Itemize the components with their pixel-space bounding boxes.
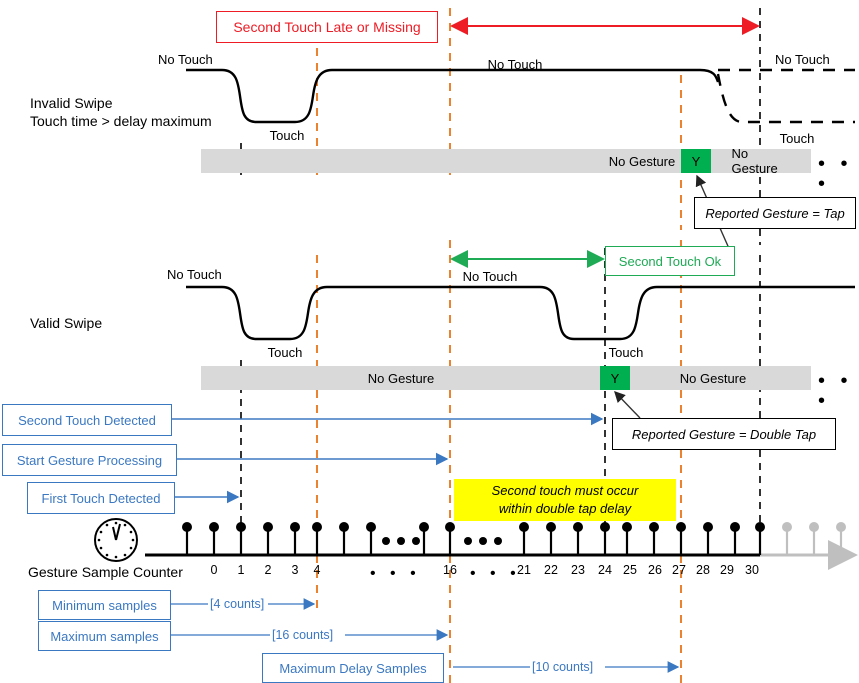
invalid-no-touch-mid: No Touch — [487, 57, 543, 72]
event-label-first-touch-detected: First Touch Detected — [41, 490, 161, 506]
counter-gap-dots-left: • • • — [370, 565, 421, 582]
double-tap-callout-arrow — [614, 390, 641, 419]
double-tap-delay-note-line2: within double tap delay — [498, 501, 632, 516]
gesture-sample-counter-label: Gesture Sample Counter — [28, 564, 183, 580]
event-box-second-touch-detected[interactable]: Second Touch Detected — [2, 404, 172, 436]
tick-label-26: 26 — [648, 563, 662, 577]
measure-label-maximum-delay-samples: Maximum Delay Samples — [279, 660, 427, 676]
second-touch-late-label: Second Touch Late or Missing — [233, 19, 421, 35]
invalid-swipe-waveform — [186, 68, 720, 124]
reported-gesture-double-tap-label: Reported Gesture = Double Tap — [631, 426, 817, 442]
tick-label-2: 2 — [264, 563, 272, 577]
reported-gesture-double-tap-box: Reported Gesture = Double Tap — [612, 418, 836, 450]
valid-no-touch-left: No Touch — [167, 267, 222, 282]
counter-gap-dots-upper — [382, 537, 502, 545]
valid-swipe-waveform — [186, 285, 855, 341]
valid-row-ellipsis: • • • — [818, 370, 853, 412]
invalid-swipe-label-line2: Touch time > delay maximum — [30, 113, 212, 129]
measure-box-maximum-samples[interactable]: Maximum samples — [38, 621, 171, 651]
valid-no-touch-mid: No Touch — [462, 269, 518, 284]
double-tap-delay-note: Second touch must occur within double ta… — [454, 479, 676, 521]
invalid-swipe-sublabel: Touch time > delay maximum — [30, 113, 212, 129]
tick-label-28: 28 — [696, 563, 710, 577]
invalid-no-touch-left: No Touch — [158, 52, 213, 67]
event-box-start-gesture-processing[interactable]: Start Gesture Processing — [2, 444, 177, 476]
tick-label-1: 1 — [237, 563, 245, 577]
invalid-swipe-label-line1: Invalid Swipe — [30, 95, 113, 111]
second-touch-late-box: Second Touch Late or Missing — [216, 11, 438, 43]
tick-label-4: 4 — [313, 563, 321, 577]
clock-icon — [94, 518, 138, 562]
tick-label-27: 27 — [672, 563, 686, 577]
counter-faded-ticks — [785, 529, 843, 555]
counter-tick-dots — [182, 522, 765, 532]
invalid-gesture-bar: No Gesture No Gesture — [201, 146, 811, 176]
diagram-vector-layer — [94, 8, 858, 683]
reported-gesture-tap-label: Reported Gesture = Tap — [705, 205, 845, 221]
counter-faded-dots — [782, 522, 846, 532]
measure-label-minimum-samples: Minimum samples — [52, 597, 157, 613]
valid-gesture-marker: Y — [600, 366, 630, 390]
valid-touch-second: Touch — [608, 345, 644, 360]
invalid-no-touch-right: No Touch — [775, 52, 830, 67]
double-tap-delay-note-line1: Second touch must occur — [491, 483, 639, 499]
invalid-swipe-dashed-fall — [716, 73, 855, 124]
timing-diagram: Second Touch Late or Missing Invalid Swi… — [0, 0, 859, 683]
measure-label-maximum-samples: Maximum samples — [50, 628, 159, 644]
tick-label-24: 24 — [598, 563, 612, 577]
valid-gesture-bar: No Gesture No Gesture — [201, 366, 811, 390]
tick-label-0: 0 — [210, 563, 218, 577]
tick-label-16: 16 — [443, 563, 457, 577]
second-touch-ok-box: Second Touch Ok — [605, 246, 735, 276]
invalid-touch-first: Touch — [269, 128, 305, 143]
event-box-first-touch-detected[interactable]: First Touch Detected — [27, 482, 175, 514]
valid-gesture-left-label: No Gesture — [367, 370, 435, 386]
event-label-start-gesture-processing: Start Gesture Processing — [16, 452, 163, 468]
tick-label-30: 30 — [745, 563, 759, 577]
valid-gesture-right-label: No Gesture — [679, 370, 747, 386]
measure-counts-minimum-samples: [4 counts] — [210, 597, 265, 611]
tick-label-23: 23 — [571, 563, 585, 577]
event-label-second-touch-detected: Second Touch Detected — [18, 412, 156, 428]
measure-counts-maximum-samples: [16 counts] — [272, 628, 334, 642]
measure-counts-maximum-delay-samples: [10 counts] — [532, 660, 594, 674]
reported-gesture-tap-box: Reported Gesture = Tap — [694, 197, 856, 229]
valid-touch-first: Touch — [267, 345, 303, 360]
counter-gap-dots-right: • • • — [470, 565, 521, 582]
second-touch-ok-label: Second Touch Ok — [618, 253, 722, 269]
measure-box-maximum-delay-samples[interactable]: Maximum Delay Samples — [262, 653, 444, 683]
invalid-swipe-label: Invalid Swipe — [30, 95, 113, 111]
invalid-gesture-right-label: No Gesture — [731, 146, 778, 176]
tick-label-22: 22 — [544, 563, 558, 577]
measure-box-minimum-samples[interactable]: Minimum samples — [38, 590, 171, 620]
invalid-touch-second: Touch — [779, 131, 815, 146]
counter-ticks — [185, 529, 762, 555]
tick-label-25: 25 — [623, 563, 637, 577]
tick-label-3: 3 — [291, 563, 299, 577]
invalid-gesture-marker: Y — [681, 149, 711, 173]
invalid-row-ellipsis: • • • — [818, 153, 853, 195]
invalid-gesture-left-label: No Gesture — [608, 153, 676, 169]
tick-label-29: 29 — [720, 563, 734, 577]
valid-swipe-label: Valid Swipe — [30, 315, 103, 331]
